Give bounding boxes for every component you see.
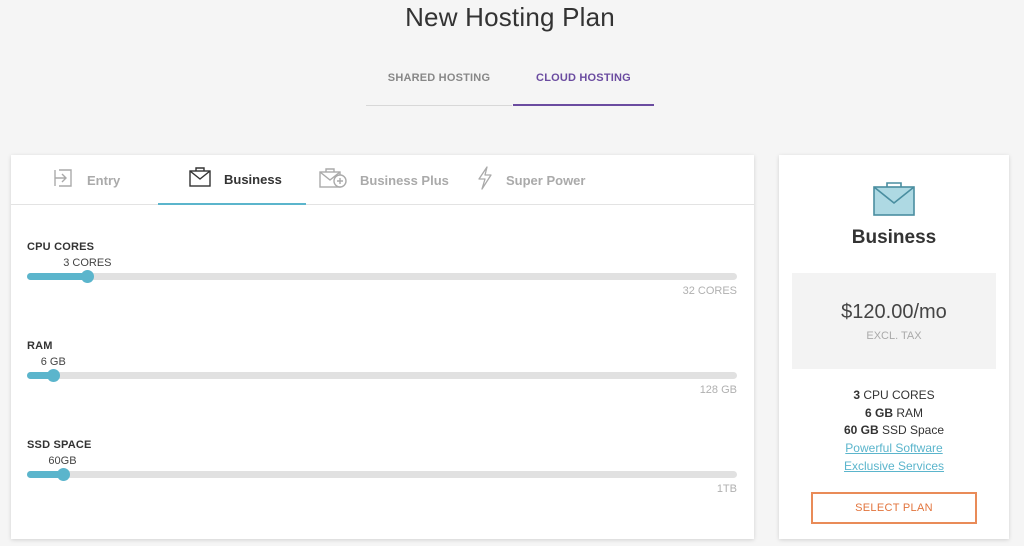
slider-value-label: 3 CORES [63, 257, 112, 269]
tax-note: EXCL. TAX [866, 330, 922, 342]
envelope-plus-icon [318, 167, 360, 194]
slider-max-label: 1TB [716, 483, 737, 495]
summary-plan-name: Business [851, 227, 937, 248]
slider-handle[interactable] [56, 468, 70, 481]
tab-shared-hosting[interactable]: SHARED HOSTING [366, 62, 512, 106]
slider-max-label: 128 GB [699, 384, 737, 396]
slider-max-label: 32 CORES [682, 285, 737, 297]
envelope-icon [188, 166, 224, 193]
lightning-icon [476, 165, 506, 195]
slider-title: CPU CORES [27, 241, 95, 253]
slider-title: RAM [27, 340, 53, 352]
price-box: $120.00/mo EXCL. TAX [792, 273, 996, 369]
slider-title: SSD SPACE [27, 439, 92, 451]
ram-slider-group: RAM 6 GB 128 GB [27, 340, 737, 396]
feature-list: 3 CPU CORES 6 GB RAM 60 GB SSD Space Pow… [779, 387, 1009, 476]
plan-tab-business-plus[interactable]: Business Plus [306, 155, 454, 205]
plan-summary-card: Business $120.00/mo EXCL. TAX 3 CPU CORE… [779, 155, 1009, 539]
plan-tab-entry[interactable]: Entry [11, 155, 158, 205]
entry-icon [51, 167, 87, 194]
feature-ssd: 60 GB SSD Space [843, 423, 945, 438]
tab-cloud-hosting[interactable]: CLOUD HOSTING [513, 62, 654, 106]
plan-tab-label: Entry [87, 172, 121, 188]
plan-tab-label: Business Plus [360, 172, 449, 188]
ram-slider[interactable] [27, 369, 737, 382]
plan-tabs: Entry Business Business Plus Super Power [11, 155, 754, 205]
feature-cpu: 3 CPU CORES [853, 388, 935, 402]
hosting-type-tabs: SHARED HOSTING CLOUD HOSTING [366, 62, 654, 106]
envelope-icon [872, 181, 916, 222]
ssd-space-slider-group: SSD SPACE 60GB 1TB [27, 439, 737, 495]
price: $120.00/mo [841, 301, 947, 323]
plan-config-card: Entry Business Business Plus Super Power… [11, 155, 754, 539]
ssd-space-slider[interactable] [27, 468, 737, 481]
page-title: New Hosting Plan [405, 2, 615, 32]
powerful-software-link[interactable]: Powerful Software [845, 441, 942, 455]
plan-tab-super-power[interactable]: Super Power [454, 155, 602, 205]
feature-ram: 6 GB RAM [864, 405, 923, 420]
slider-value-label: 60GB [48, 455, 77, 467]
plan-tab-business[interactable]: Business [158, 155, 306, 205]
slider-handle[interactable] [81, 270, 95, 283]
slider-value-label: 6 GB [40, 356, 66, 368]
slider-fill [27, 273, 88, 280]
exclusive-services-link[interactable]: Exclusive Services [844, 459, 944, 473]
cpu-cores-slider[interactable] [27, 270, 737, 283]
slider-handle[interactable] [47, 369, 61, 382]
plan-tab-label: Super Power [506, 172, 586, 188]
select-plan-button[interactable]: SELECT PLAN [811, 492, 977, 524]
plan-tab-label: Business [224, 171, 282, 187]
cpu-cores-slider-group: CPU CORES 3 CORES 32 CORES [27, 241, 737, 297]
